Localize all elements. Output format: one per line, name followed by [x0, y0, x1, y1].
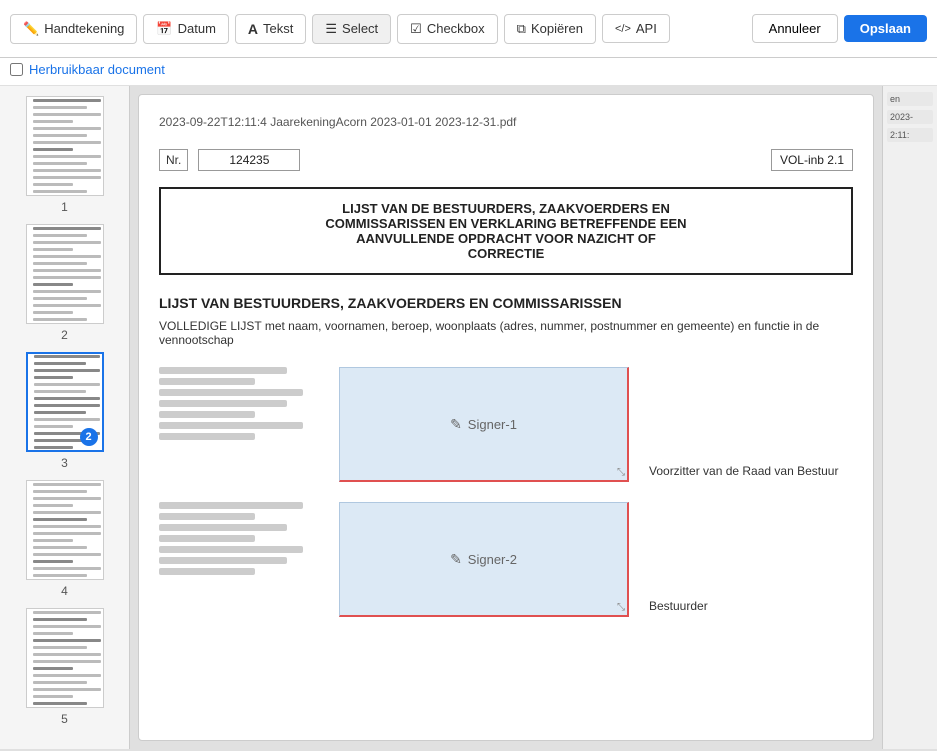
section-title: LIJST VAN BESTUURDERS, ZAAKVOERDERS EN C… — [159, 295, 853, 311]
signer2-info — [159, 502, 319, 579]
doc-header-row: Nr. 124235 VOL-inb 2.1 — [159, 149, 853, 171]
thumb-image-4 — [26, 480, 104, 580]
signer2-row: ✎ Signer-2 ⤡ Bestuurder — [159, 502, 853, 617]
opslaan-button[interactable]: Opslaan — [844, 15, 927, 42]
herbruikbaar-row: Herbruikbaar document — [0, 58, 937, 86]
page-thumb-1[interactable]: 1 — [8, 96, 121, 214]
api-button[interactable]: </> API — [602, 14, 670, 43]
thumb-image-5 — [26, 608, 104, 708]
signer1-role: Voorzitter van de Raad van Bestuur — [649, 464, 838, 482]
page-thumb-2[interactable]: 2 — [8, 224, 121, 342]
signer1-info — [159, 367, 319, 444]
page-num-3: 3 — [61, 456, 68, 470]
resize-handle-2[interactable]: ⤡ — [617, 602, 625, 613]
title-line2: COMMISSARISSEN EN VERKLARING BETREFFENDE… — [177, 216, 835, 231]
nr-value: 124235 — [198, 149, 300, 171]
checkbox-icon: ☑ — [410, 21, 422, 37]
signer2-label: ✎ Signer-2 — [450, 551, 517, 568]
page-thumb-5[interactable]: 5 — [8, 608, 121, 726]
signer1-row: ✎ Signer-1 ⤡ Voorzitter van de Raad van … — [159, 367, 853, 482]
signer1-label: ✎ Signer-1 — [450, 416, 517, 433]
herbruikbaar-checkbox[interactable] — [10, 63, 23, 76]
toolbar: ✏️ Handtekening 📅 Datum A Tekst ☰ Select… — [0, 0, 937, 58]
right-info-1: en — [887, 92, 933, 106]
page-num-5: 5 — [61, 712, 68, 726]
thumb-image-3: 2 — [26, 352, 104, 452]
text-icon: A — [248, 21, 258, 37]
thumb-image-1 — [26, 96, 104, 196]
tekst-button[interactable]: A Tekst — [235, 14, 306, 44]
right-info-3: 2:11: — [887, 128, 933, 142]
title-line4: CORRECTIE — [177, 246, 835, 261]
resize-handle-1[interactable]: ⤡ — [617, 467, 625, 478]
document-filename: 2023-09-22T12:11:4 JaarekeningAcorn 2023… — [159, 115, 853, 129]
signer1-text: Signer-1 — [468, 417, 517, 432]
right-panel: en 2023- 2:11: — [882, 86, 937, 749]
annuleer-button[interactable]: Annuleer — [752, 14, 838, 43]
vol-label: VOL-inb 2.1 — [771, 149, 853, 171]
signer2-text: Signer-2 — [468, 552, 517, 567]
page-badge-3: 2 — [80, 428, 98, 446]
title-line1: LIJST VAN DE BESTUURDERS, ZAAKVOERDERS E… — [177, 201, 835, 216]
page-thumbnail-sidebar: 1 2 — [0, 86, 130, 749]
main-layout: 1 2 — [0, 86, 937, 749]
page-thumb-4[interactable]: 4 — [8, 480, 121, 598]
right-info-2: 2023- — [887, 110, 933, 124]
copy-icon: ⧉ — [517, 21, 526, 37]
edit-icon-2: ✎ — [450, 551, 462, 568]
page-num-2: 2 — [61, 328, 68, 342]
edit-icon-1: ✎ — [450, 416, 462, 433]
select-button[interactable]: ☰ Select — [312, 14, 391, 44]
api-icon: </> — [615, 23, 631, 35]
page-thumb-3[interactable]: 2 3 — [8, 352, 121, 470]
page-num-4: 4 — [61, 584, 68, 598]
document-area: 2023-09-22T12:11:4 JaarekeningAcorn 2023… — [138, 94, 874, 741]
select-icon: ☰ — [325, 21, 337, 37]
signer2-box[interactable]: ✎ Signer-2 ⤡ — [339, 502, 629, 617]
page-num-1: 1 — [61, 200, 68, 214]
title-line3: AANVULLENDE OPDRACHT VOOR NAZICHT OF — [177, 231, 835, 246]
pencil-icon: ✏️ — [23, 21, 39, 37]
thumb-image-2 — [26, 224, 104, 324]
document-title-box: LIJST VAN DE BESTUURDERS, ZAAKVOERDERS E… — [159, 187, 853, 275]
handtekening-button[interactable]: ✏️ Handtekening — [10, 14, 137, 44]
nr-label: Nr. — [159, 149, 188, 171]
datum-button[interactable]: 📅 Datum — [143, 14, 228, 44]
signer1-box[interactable]: ✎ Signer-1 ⤡ — [339, 367, 629, 482]
document-content: Nr. 124235 VOL-inb 2.1 LIJST VAN DE BEST… — [159, 149, 853, 617]
signer2-role: Bestuurder — [649, 599, 708, 617]
section-subtitle: VOLLEDIGE LIJST met naam, voornamen, ber… — [159, 319, 853, 347]
checkbox-button[interactable]: ☑ Checkbox — [397, 14, 497, 44]
herbruikbaar-label[interactable]: Herbruikbaar document — [29, 62, 165, 77]
kopieren-button[interactable]: ⧉ Kopiëren — [504, 14, 596, 44]
calendar-icon: 📅 — [156, 21, 172, 37]
